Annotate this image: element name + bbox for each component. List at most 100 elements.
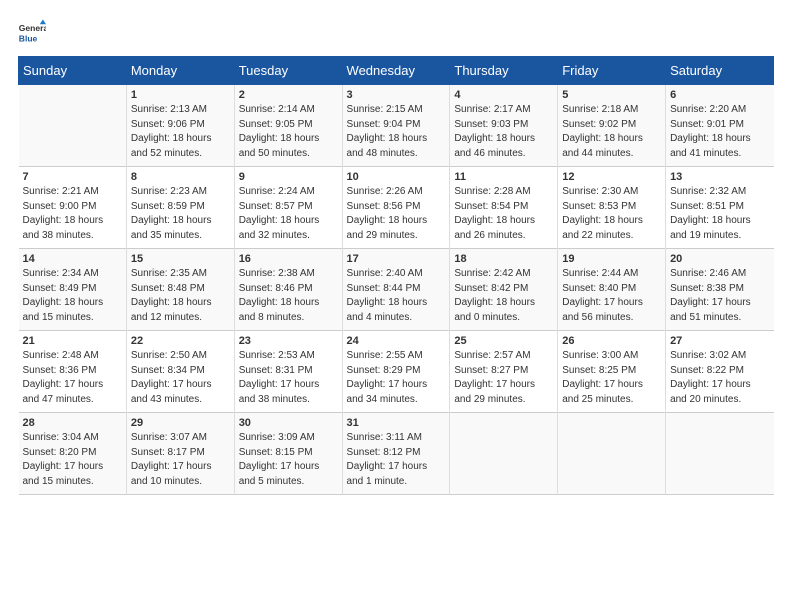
calendar-cell: 19 Sunrise: 2:44 AM Sunset: 8:40 PM Dayli…: [558, 249, 666, 331]
day-number: 8: [131, 171, 230, 183]
day-info: Sunrise: 3:00 AM Sunset: 8:25 PM Dayligh…: [562, 349, 661, 407]
calendar-cell: 5 Sunrise: 2:18 AM Sunset: 9:02 PM Daylig…: [558, 85, 666, 167]
day-info: Sunrise: 2:26 AM Sunset: 8:56 PM Dayligh…: [347, 185, 446, 243]
day-info: Sunrise: 2:34 AM Sunset: 8:49 PM Dayligh…: [23, 267, 122, 325]
calendar-cell: 28 Sunrise: 3:04 AM Sunset: 8:20 PM Dayli…: [19, 413, 127, 495]
day-info: Sunrise: 2:46 AM Sunset: 8:38 PM Dayligh…: [670, 267, 769, 325]
day-number: 3: [347, 89, 446, 101]
page-container: General Blue SundayMondayTuesdayWednesda…: [0, 0, 792, 505]
calendar-cell: 14 Sunrise: 2:34 AM Sunset: 8:49 PM Dayli…: [19, 249, 127, 331]
calendar-week-2: 7 Sunrise: 2:21 AM Sunset: 9:00 PM Daylig…: [19, 167, 774, 249]
day-number: 9: [239, 171, 338, 183]
day-number: 29: [131, 417, 230, 429]
weekday-header-sunday: Sunday: [19, 57, 127, 85]
day-info: Sunrise: 2:44 AM Sunset: 8:40 PM Dayligh…: [562, 267, 661, 325]
day-number: 24: [347, 335, 446, 347]
day-info: Sunrise: 2:20 AM Sunset: 9:01 PM Dayligh…: [670, 103, 769, 161]
calendar-cell: [666, 413, 774, 495]
calendar-cell: 1Sunrise: 2:13 AM Sunset: 9:06 PM Daylig…: [126, 85, 234, 167]
day-number: 14: [23, 253, 122, 265]
calendar-cell: 24 Sunrise: 2:55 AM Sunset: 8:29 PM Dayli…: [342, 331, 450, 413]
day-info: Sunrise: 2:28 AM Sunset: 8:54 PM Dayligh…: [454, 185, 553, 243]
day-info: Sunrise: 2:23 AM Sunset: 8:59 PM Dayligh…: [131, 185, 230, 243]
day-info: Sunrise: 3:07 AM Sunset: 8:17 PM Dayligh…: [131, 431, 230, 489]
day-info: Sunrise: 2:17 AM Sunset: 9:03 PM Dayligh…: [454, 103, 553, 161]
day-number: 15: [131, 253, 230, 265]
svg-text:General: General: [19, 23, 46, 33]
day-info: Sunrise: 2:35 AM Sunset: 8:48 PM Dayligh…: [131, 267, 230, 325]
day-number: 11: [454, 171, 553, 183]
day-info: Sunrise: 3:04 AM Sunset: 8:20 PM Dayligh…: [23, 431, 122, 489]
weekday-header-wednesday: Wednesday: [342, 57, 450, 85]
day-number: 4: [454, 89, 553, 101]
calendar-cell: [450, 413, 558, 495]
day-number: 23: [239, 335, 338, 347]
day-number: 13: [670, 171, 769, 183]
calendar-cell: 11 Sunrise: 2:28 AM Sunset: 8:54 PM Dayli…: [450, 167, 558, 249]
calendar-cell: 30Sunrise: 3:09 AM Sunset: 8:15 PM Dayli…: [234, 413, 342, 495]
day-number: 5: [562, 89, 661, 101]
calendar-cell: 27 Sunrise: 3:02 AM Sunset: 8:22 PM Dayli…: [666, 331, 774, 413]
day-info: Sunrise: 2:38 AM Sunset: 8:46 PM Dayligh…: [239, 267, 338, 325]
calendar-cell: 7 Sunrise: 2:21 AM Sunset: 9:00 PM Daylig…: [19, 167, 127, 249]
day-info: Sunrise: 2:57 AM Sunset: 8:27 PM Dayligh…: [454, 349, 553, 407]
day-number: 31: [347, 417, 446, 429]
day-info: Sunrise: 2:55 AM Sunset: 8:29 PM Dayligh…: [347, 349, 446, 407]
day-number: 17: [347, 253, 446, 265]
weekday-header-thursday: Thursday: [450, 57, 558, 85]
calendar-week-3: 14 Sunrise: 2:34 AM Sunset: 8:49 PM Dayli…: [19, 249, 774, 331]
calendar-cell: 3 Sunrise: 2:15 AM Sunset: 9:04 PM Daylig…: [342, 85, 450, 167]
calendar-cell: 12Sunrise: 2:30 AM Sunset: 8:53 PM Dayli…: [558, 167, 666, 249]
calendar-cell: 13Sunrise: 2:32 AM Sunset: 8:51 PM Dayli…: [666, 167, 774, 249]
calendar-week-5: 28 Sunrise: 3:04 AM Sunset: 8:20 PM Dayli…: [19, 413, 774, 495]
day-info: Sunrise: 2:18 AM Sunset: 9:02 PM Dayligh…: [562, 103, 661, 161]
calendar-week-4: 21 Sunrise: 2:48 AM Sunset: 8:36 PM Dayli…: [19, 331, 774, 413]
day-number: 21: [23, 335, 122, 347]
calendar-cell: 8 Sunrise: 2:23 AM Sunset: 8:59 PM Daylig…: [126, 167, 234, 249]
day-number: 18: [454, 253, 553, 265]
day-number: 27: [670, 335, 769, 347]
day-info: Sunrise: 2:24 AM Sunset: 8:57 PM Dayligh…: [239, 185, 338, 243]
logo: General Blue: [18, 18, 50, 46]
day-info: Sunrise: 2:48 AM Sunset: 8:36 PM Dayligh…: [23, 349, 122, 407]
day-info: Sunrise: 2:14 AM Sunset: 9:05 PM Dayligh…: [239, 103, 338, 161]
day-info: Sunrise: 2:21 AM Sunset: 9:00 PM Dayligh…: [23, 185, 122, 243]
weekday-header-tuesday: Tuesday: [234, 57, 342, 85]
header: General Blue: [18, 18, 774, 46]
calendar-table: SundayMondayTuesdayWednesdayThursdayFrid…: [18, 56, 774, 495]
day-info: Sunrise: 3:02 AM Sunset: 8:22 PM Dayligh…: [670, 349, 769, 407]
calendar-cell: 10Sunrise: 2:26 AM Sunset: 8:56 PM Dayli…: [342, 167, 450, 249]
day-number: 16: [239, 253, 338, 265]
calendar-cell: 20Sunrise: 2:46 AM Sunset: 8:38 PM Dayli…: [666, 249, 774, 331]
calendar-cell: [558, 413, 666, 495]
calendar-cell: 21 Sunrise: 2:48 AM Sunset: 8:36 PM Dayli…: [19, 331, 127, 413]
day-number: 25: [454, 335, 553, 347]
calendar-cell: [19, 85, 127, 167]
calendar-cell: 25 Sunrise: 2:57 AM Sunset: 8:27 PM Dayli…: [450, 331, 558, 413]
calendar-cell: 22 Sunrise: 2:50 AM Sunset: 8:34 PM Dayli…: [126, 331, 234, 413]
day-number: 28: [23, 417, 122, 429]
calendar-cell: 17Sunrise: 2:40 AM Sunset: 8:44 PM Dayli…: [342, 249, 450, 331]
calendar-cell: 6Sunrise: 2:20 AM Sunset: 9:01 PM Daylig…: [666, 85, 774, 167]
calendar-cell: 26 Sunrise: 3:00 AM Sunset: 8:25 PM Dayli…: [558, 331, 666, 413]
weekday-header-monday: Monday: [126, 57, 234, 85]
calendar-cell: 29 Sunrise: 3:07 AM Sunset: 8:17 PM Dayli…: [126, 413, 234, 495]
day-number: 19: [562, 253, 661, 265]
day-info: Sunrise: 2:13 AM Sunset: 9:06 PM Dayligh…: [131, 103, 230, 161]
day-info: Sunrise: 2:50 AM Sunset: 8:34 PM Dayligh…: [131, 349, 230, 407]
calendar-cell: 4 Sunrise: 2:17 AM Sunset: 9:03 PM Daylig…: [450, 85, 558, 167]
calendar-cell: 15 Sunrise: 2:35 AM Sunset: 8:48 PM Dayli…: [126, 249, 234, 331]
day-info: Sunrise: 2:30 AM Sunset: 8:53 PM Dayligh…: [562, 185, 661, 243]
day-number: 7: [23, 171, 122, 183]
day-number: 22: [131, 335, 230, 347]
calendar-cell: 18 Sunrise: 2:42 AM Sunset: 8:42 PM Dayli…: [450, 249, 558, 331]
day-number: 26: [562, 335, 661, 347]
logo-icon: General Blue: [18, 18, 46, 46]
calendar-cell: 31 Sunrise: 3:11 AM Sunset: 8:12 PM Dayli…: [342, 413, 450, 495]
calendar-week-1: 1Sunrise: 2:13 AM Sunset: 9:06 PM Daylig…: [19, 85, 774, 167]
day-info: Sunrise: 2:42 AM Sunset: 8:42 PM Dayligh…: [454, 267, 553, 325]
weekday-header-friday: Friday: [558, 57, 666, 85]
calendar-cell: 9 Sunrise: 2:24 AM Sunset: 8:57 PM Daylig…: [234, 167, 342, 249]
day-info: Sunrise: 2:15 AM Sunset: 9:04 PM Dayligh…: [347, 103, 446, 161]
day-info: Sunrise: 3:11 AM Sunset: 8:12 PM Dayligh…: [347, 431, 446, 489]
